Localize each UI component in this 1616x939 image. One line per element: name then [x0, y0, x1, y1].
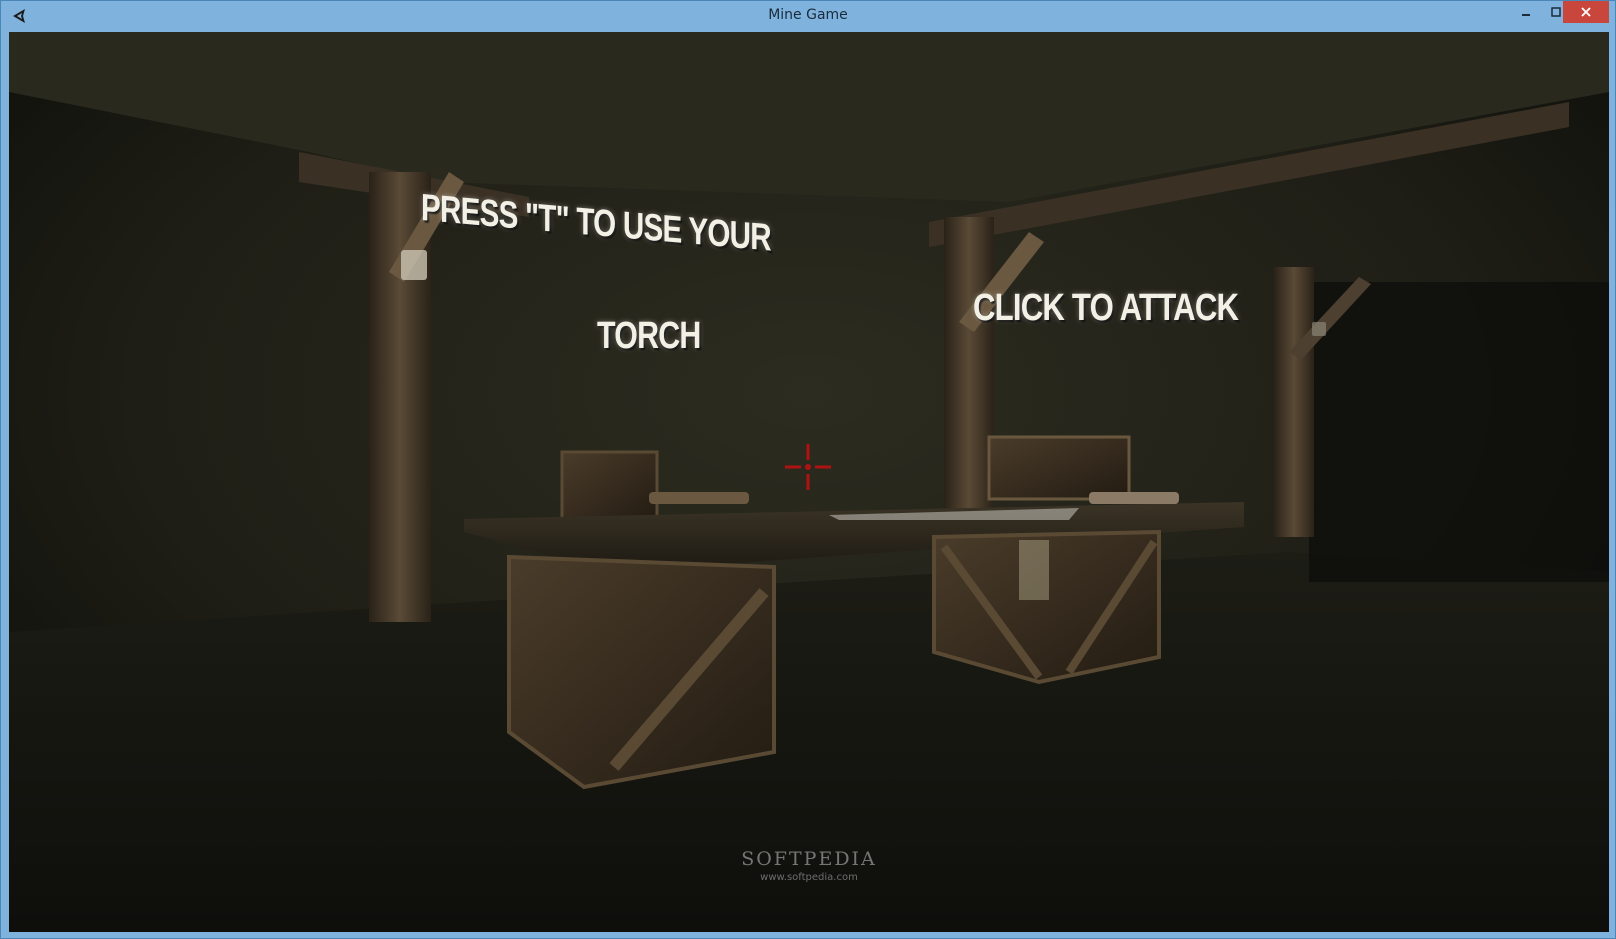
support-beam-middle — [944, 217, 994, 547]
lantern-right — [1312, 322, 1326, 336]
crate-large-front — [507, 554, 776, 790]
crate-highlight — [1019, 540, 1049, 600]
minimize-button[interactable] — [1511, 1, 1541, 23]
minimize-icon — [1522, 14, 1530, 16]
game-window: Mine Game PRESS "T" TO USE YOUR TORCH CL… — [0, 0, 1616, 939]
watermark-logo: SOFTPEDIA — [741, 848, 877, 870]
attack-hint: CLICK TO ATTACK — [973, 287, 1239, 329]
close-button[interactable] — [1563, 1, 1609, 23]
game-viewport[interactable]: PRESS "T" TO USE YOUR TORCH CLICK TO ATT… — [9, 32, 1609, 932]
crate-small-left — [560, 450, 659, 524]
torch-hint-line2: TORCH — [597, 315, 701, 357]
softpedia-watermark: SOFTPEDIA www.softpedia.com — [709, 848, 909, 883]
watermark-url: www.softpedia.com — [760, 872, 858, 883]
support-beam-right — [1274, 267, 1314, 537]
maximize-icon — [1551, 7, 1561, 17]
weapon-item — [1089, 492, 1179, 504]
torch-item — [649, 492, 749, 504]
crate-small-right — [987, 435, 1131, 501]
window-title: Mine Game — [768, 7, 848, 23]
title-bar[interactable]: Mine Game — [1, 1, 1615, 31]
back-wall-dark — [1309, 282, 1609, 582]
lantern-left — [401, 250, 427, 280]
crosshair-icon — [785, 444, 831, 490]
close-icon — [1581, 7, 1591, 17]
